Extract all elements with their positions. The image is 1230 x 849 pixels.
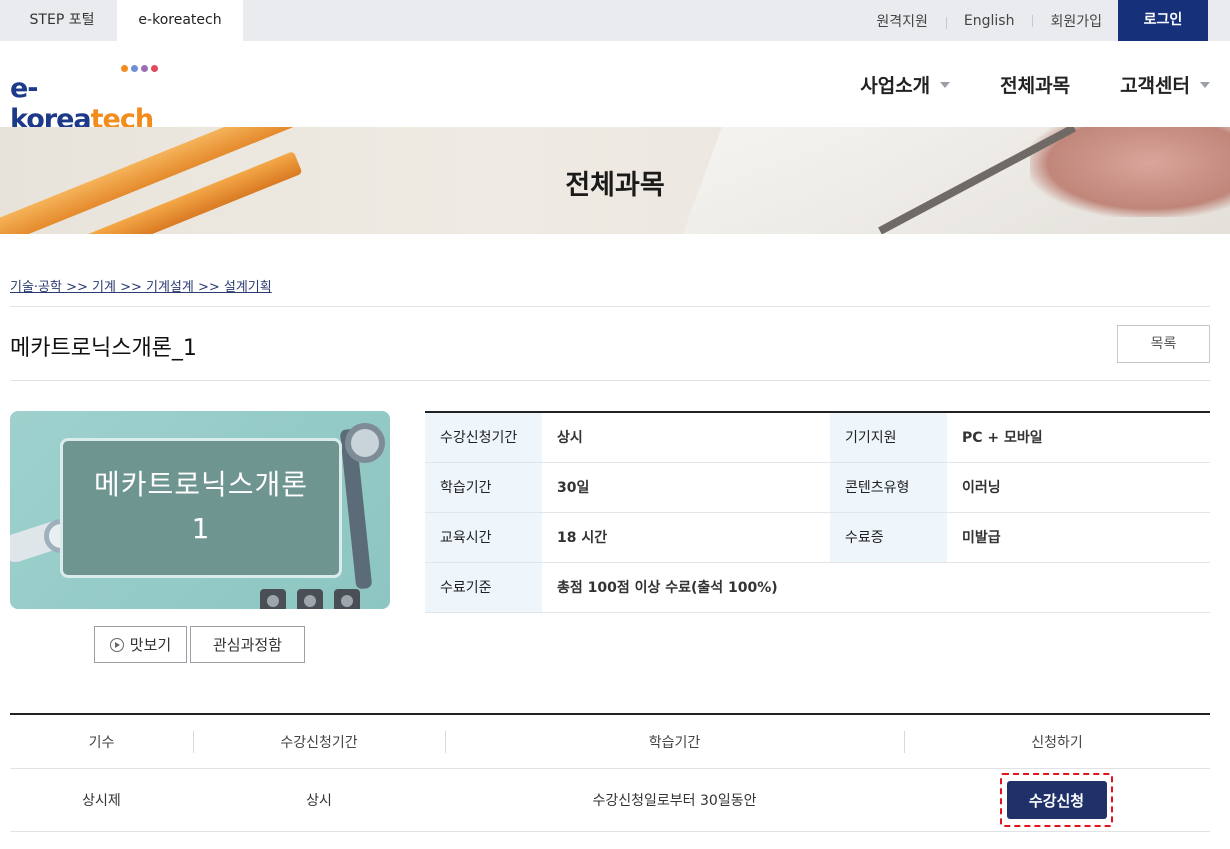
completion-label: 수료기준 <box>425 562 542 613</box>
column-header-term: 기수 <box>88 734 115 751</box>
device-label: 기기지원 <box>830 412 947 463</box>
study-period-value: 30일 <box>542 462 830 513</box>
nav-customer-center-label: 고객센터 <box>1120 75 1190 97</box>
gear-icon <box>260 589 286 609</box>
breadcrumb[interactable]: 기술·공학 >> 기계 >> 기계설계 >> 설계기획 <box>10 276 272 295</box>
page-banner: 전체과목 <box>0 127 1230 234</box>
site-header: e-koreatech 사업소개 전체과목 고객센터 <box>0 41 1230 135</box>
enroll-period-label: 수강신청기간 <box>425 412 542 463</box>
tab-step-portal[interactable]: STEP 포털 <box>10 0 114 41</box>
gear-icon <box>334 589 360 609</box>
content-type-value: 이러닝 <box>947 462 1210 513</box>
certificate-label: 수료증 <box>830 512 947 563</box>
favorites-button-label: 관심과정함 <box>212 636 282 654</box>
certificate-value: 미발급 <box>947 512 1210 563</box>
table-row: 수료기준 총점 100점 이상 수료(출석 100%) <box>425 562 1210 613</box>
preview-button[interactable]: 맛보기 <box>94 626 187 663</box>
thumbnail-board: 메카트로닉스개론 1 <box>60 438 342 578</box>
study-period-cell: 수강신청일로부터 30일동안 <box>592 793 757 809</box>
table-row: 교육시간 18 시간 수료증 미발급 <box>425 512 1210 563</box>
course-info-table: 수강신청기간 상시 기기지원 PC + 모바일 학습기간 30일 콘텐츠유형 이… <box>425 411 1210 613</box>
completion-value: 총점 100점 이상 수료(출석 100%) <box>542 562 1210 613</box>
gear-icon <box>297 589 323 609</box>
nav-all-courses-label: 전체과목 <box>1000 75 1071 97</box>
table-row: 수강신청기간 상시 기기지원 PC + 모바일 <box>425 412 1210 463</box>
page-title: 메카트로닉스개론_1 <box>10 336 197 361</box>
column-header-study-period: 학습기간 <box>648 734 701 751</box>
top-utility-bar: STEP 포털 e-koreatech 원격지원 English 회원가입 로그… <box>0 0 1230 41</box>
edu-time-label: 교육시간 <box>425 512 542 563</box>
add-to-favorites-button[interactable]: 관심과정함 <box>190 626 305 663</box>
logo-dot <box>151 65 158 72</box>
enroll-button[interactable]: 수강신청 <box>1006 781 1107 819</box>
thumbnail-title-line1: 메카트로닉스개론 <box>93 468 309 501</box>
utility-links: 원격지원 English 회원가입 <box>858 0 1120 41</box>
thumbnail-title: 메카트로닉스개론 1 <box>63 463 339 551</box>
logo-text: e-koreatech <box>10 73 170 135</box>
nav-customer-center[interactable]: 고객센터 <box>1120 71 1210 98</box>
column-header-enroll-period: 수강신청기간 <box>280 734 358 751</box>
session-table-header: 기수 수강신청기간 학습기간 신청하기 <box>10 715 1210 769</box>
login-button[interactable]: 로그인 <box>1118 0 1208 41</box>
divider <box>10 380 1210 381</box>
nav-all-courses[interactable]: 전체과목 <box>1000 71 1070 98</box>
session-table: 기수 수강신청기간 학습기간 신청하기 상시제 상시 수강신청일로부터 30일동… <box>10 713 1210 832</box>
logo-text-part1: e-korea <box>10 73 92 135</box>
logo-dot <box>131 65 138 72</box>
site-logo[interactable]: e-koreatech <box>10 65 170 135</box>
term-cell: 상시제 <box>82 793 121 809</box>
logo-dot <box>121 65 128 72</box>
tab-e-koreatech[interactable]: e-koreatech <box>117 0 243 41</box>
preview-button-label: 맛보기 <box>129 636 172 654</box>
logo-dots <box>121 65 158 72</box>
enroll-period-value: 상시 <box>542 412 830 463</box>
logo-dot <box>141 65 148 72</box>
content-type-label: 콘텐츠유형 <box>830 462 947 513</box>
banner-title: 전체과목 <box>565 170 665 201</box>
study-period-label: 학습기간 <box>425 462 542 513</box>
edu-time-value: 18 시간 <box>542 512 830 563</box>
main-nav: 사업소개 전체과목 고객센터 <box>810 71 1210 98</box>
english-link[interactable]: English <box>945 13 1033 29</box>
nav-business-intro[interactable]: 사업소개 <box>860 71 951 98</box>
table-row: 상시제 상시 수강신청일로부터 30일동안 수강신청 <box>10 769 1210 832</box>
remote-support-link[interactable]: 원격지원 <box>858 11 946 31</box>
play-icon <box>109 637 124 652</box>
divider <box>10 306 1210 307</box>
course-thumbnail: 메카트로닉스개론 1 <box>10 411 390 609</box>
caret-down-icon <box>1200 81 1210 88</box>
signup-link[interactable]: 회원가입 <box>1032 11 1120 31</box>
device-value: PC + 모바일 <box>947 412 1210 463</box>
thumbnail-title-line2: 1 <box>191 512 211 545</box>
enroll-period-cell: 상시 <box>306 793 332 809</box>
robot-joint-image <box>345 423 385 463</box>
apply-button-highlight: 수강신청 <box>1000 773 1113 827</box>
nav-business-intro-label: 사업소개 <box>860 75 931 97</box>
list-button[interactable]: 목록 <box>1117 325 1210 363</box>
table-row: 학습기간 30일 콘텐츠유형 이러닝 <box>425 462 1210 513</box>
caret-down-icon <box>940 81 951 88</box>
column-header-apply: 신청하기 <box>1031 734 1083 751</box>
